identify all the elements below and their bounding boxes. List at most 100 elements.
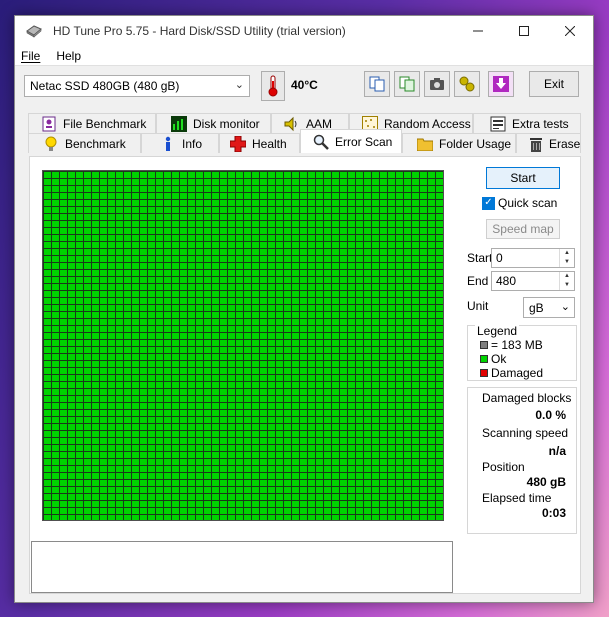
menu-help[interactable]: Help <box>56 49 81 63</box>
quick-scan-label: Quick scan <box>498 196 558 210</box>
start-label: Start <box>467 251 493 265</box>
speaker-icon <box>284 116 300 132</box>
damaged-blocks-value: 0.0 % <box>535 408 566 422</box>
info-icon <box>160 136 176 152</box>
tab-info[interactable]: Info <box>141 133 219 153</box>
tab-erase[interactable]: Erase <box>516 133 581 153</box>
tab-label: Erase <box>549 136 581 151</box>
tab-label: Health <box>252 136 287 151</box>
maximize-icon <box>519 26 529 36</box>
damaged-swatch-icon <box>480 369 488 377</box>
legend-damaged-label: Damaged <box>491 366 544 380</box>
chevron-down-icon: ⌄ <box>560 301 570 313</box>
legend-box: Legend = 183 MB Ok Damaged <box>467 324 577 381</box>
legend-title: Legend <box>475 324 520 338</box>
lightbulb-icon <box>43 136 59 152</box>
legend-block-size: = 183 MB <box>480 338 543 352</box>
tab-health[interactable]: Health <box>219 133 300 153</box>
drive-select[interactable]: Netac SSD 480GB (480 gB) ⌄ <box>24 75 250 97</box>
tab-folder-usage[interactable]: Folder Usage <box>402 133 516 153</box>
hdd-app-icon <box>26 25 42 38</box>
app-window: HD Tune Pro 5.75 - Hard Disk/SSD Utility… <box>14 15 594 603</box>
unit-label: Unit <box>467 299 489 313</box>
spin-down-icon[interactable]: ▼ <box>560 281 574 290</box>
tab-disk-monitor[interactable]: Disk monitor <box>156 113 271 133</box>
tab-benchmark[interactable]: Benchmark <box>28 133 141 153</box>
copy-screenshot-icon <box>399 76 415 92</box>
scan-log-box[interactable] <box>31 541 453 593</box>
speed-map-button[interactable]: Speed map <box>486 219 560 239</box>
scan-stats-box: Damaged blocks 0.0 % Scanning speed n/a … <box>467 387 577 534</box>
tab-error-scan[interactable]: Error Scan <box>300 129 402 153</box>
camera-icon <box>430 78 444 90</box>
maximize-button[interactable] <box>501 16 547 46</box>
chevron-down-icon: ⌄ <box>234 79 244 91</box>
thermometer-icon <box>268 75 278 97</box>
tab-extra-tests[interactable]: Extra tests <box>473 113 581 133</box>
ok-swatch-icon <box>480 355 488 363</box>
tab-label: Disk monitor <box>193 116 260 131</box>
menu-file[interactable]: File <box>21 49 40 63</box>
damaged-blocks-label: Damaged blocks <box>482 391 572 405</box>
title-bar: HD Tune Pro 5.75 - Hard Disk/SSD Utility… <box>15 16 593 46</box>
unit-value: gB <box>529 301 544 315</box>
scanning-speed-value: n/a <box>548 444 566 458</box>
screenshot-button[interactable] <box>424 71 450 97</box>
unit-select[interactable]: gB ⌄ <box>523 297 575 318</box>
scanning-speed-label: Scanning speed <box>482 426 569 440</box>
folder-icon <box>417 136 433 152</box>
block-map-grid <box>42 170 444 521</box>
elapsed-time-label: Elapsed time <box>482 491 552 505</box>
elapsed-time-value: 0:03 <box>541 506 566 520</box>
red-cross-icon <box>230 135 246 152</box>
copy-screenshot-button[interactable] <box>394 71 420 97</box>
copy-icon <box>369 76 385 92</box>
copy-text-button[interactable] <box>364 71 390 97</box>
legend-ok-label: Ok <box>491 352 507 366</box>
close-button[interactable] <box>547 16 593 46</box>
tab-label: Error Scan <box>335 134 393 149</box>
drive-select-value: Netac SSD 480GB (480 gB) <box>30 79 180 93</box>
close-icon <box>565 26 575 36</box>
options-icon <box>459 76 475 92</box>
start-value: 0 <box>496 251 503 265</box>
start-button[interactable]: Start <box>486 167 560 189</box>
tab-strip: File Benchmark Disk monitor AAM Random A… <box>15 109 593 156</box>
menu-bar: File Help <box>15 46 593 66</box>
tab-label: File Benchmark <box>63 116 147 131</box>
window-title: HD Tune Pro 5.75 - Hard Disk/SSD Utility… <box>53 24 346 38</box>
tab-label: Folder Usage <box>439 136 512 151</box>
toolbar: Netac SSD 480GB (480 gB) ⌄ 40°C Exit <box>15 67 593 109</box>
position-value: 480 gB <box>526 475 566 489</box>
options-button[interactable] <box>454 71 480 97</box>
start-spinbox[interactable]: 0 ▲ ▼ <box>491 248 575 268</box>
tab-label: Extra tests <box>512 116 569 131</box>
disk-monitor-icon <box>171 115 187 132</box>
end-label: End <box>467 274 489 288</box>
legend-damaged: Damaged <box>480 366 543 380</box>
minimize-button[interactable] <box>455 16 501 46</box>
extra-tests-icon <box>490 116 506 132</box>
minimize-icon <box>473 30 483 32</box>
error-scan-panel: Start ✓ Quick scan Speed map Start 0 ▲ ▼ … <box>29 156 581 594</box>
legend-block-size-label: = 183 MB <box>491 338 543 352</box>
exit-button[interactable]: Exit <box>529 71 579 97</box>
trash-icon <box>529 136 543 152</box>
end-spinbox[interactable]: 480 ▲ ▼ <box>491 271 575 291</box>
temperature-button[interactable] <box>261 71 285 101</box>
spin-down-icon[interactable]: ▼ <box>560 258 574 267</box>
tab-label: Benchmark <box>65 136 126 151</box>
position-label: Position <box>482 460 525 474</box>
checkmark-icon: ✓ <box>482 196 495 210</box>
spin-up-icon[interactable]: ▲ <box>560 272 574 281</box>
spin-up-icon[interactable]: ▲ <box>560 249 574 258</box>
download-arrow-icon <box>493 76 509 92</box>
tab-file-benchmark[interactable]: File Benchmark <box>28 113 156 133</box>
end-value: 480 <box>496 274 517 288</box>
block-swatch-icon <box>480 341 488 349</box>
quick-scan-checkbox[interactable]: ✓ Quick scan <box>482 196 557 210</box>
legend-ok: Ok <box>480 352 506 366</box>
save-button[interactable] <box>488 71 514 97</box>
magnifier-icon <box>313 134 329 150</box>
file-benchmark-icon <box>41 116 57 132</box>
